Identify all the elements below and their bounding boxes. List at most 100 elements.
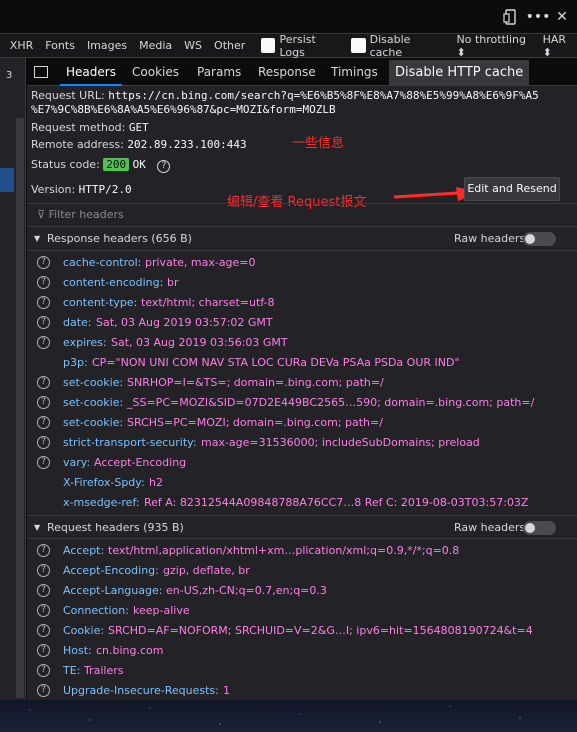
collapse-triangle-icon[interactable]: ▼ xyxy=(34,516,40,540)
filter-ws[interactable]: WS xyxy=(178,34,208,58)
header-help-icon[interactable]: ? xyxy=(37,604,50,617)
edit-and-resend-button[interactable]: Edit and Resend xyxy=(464,177,560,201)
annotation-info: 一些信息 xyxy=(292,136,345,151)
filter-xhr[interactable]: XHR xyxy=(4,34,39,58)
header-help-icon[interactable]: ? xyxy=(37,296,50,309)
header-value: 1 xyxy=(223,684,230,697)
tab-cookies[interactable]: Cookies xyxy=(132,58,179,86)
tab-params[interactable]: Params xyxy=(197,58,241,86)
header-help-icon[interactable]: ? xyxy=(37,456,50,469)
filter-other[interactable]: Other xyxy=(208,34,251,58)
persist-logs-label: Persist Logs xyxy=(279,32,316,59)
header-value: h2 xyxy=(149,476,163,489)
response-headers-title: Response headers (656 B) xyxy=(47,232,192,245)
raw-headers-toggle[interactable] xyxy=(523,521,556,535)
header-help-icon[interactable]: ? xyxy=(37,664,50,677)
persist-logs-checkbox[interactable]: Persist Logs xyxy=(261,33,341,59)
tab-headers[interactable]: Headers xyxy=(60,58,122,86)
responsive-mode-icon[interactable] xyxy=(500,7,520,27)
header-help-icon[interactable]: ? xyxy=(37,684,50,697)
header-value-wrap: 1 xyxy=(223,681,230,700)
header-row[interactable]: ? expires: Sat, 03 Aug 2019 03:56:03 GMT xyxy=(37,333,577,353)
header-help-icon[interactable]: ? xyxy=(37,584,50,597)
request-list-scrollbar[interactable] xyxy=(16,118,24,698)
checkbox-box[interactable] xyxy=(351,38,366,53)
header-help-icon[interactable]: ? xyxy=(37,624,50,637)
header-value-wrap: max-age=31536000; includeSubDomains; pre… xyxy=(201,433,480,453)
header-name: Accept-Language: xyxy=(63,584,163,597)
header-value: SRCHD=AF=NOFORM; SRCHUID=V=2&G…I; ipv6=h… xyxy=(108,624,533,637)
status-row: Status code: 200 OK ? xyxy=(31,158,171,173)
filter-fonts[interactable]: Fonts xyxy=(39,34,81,58)
request-details-panel: Headers Cookies Params Response Timings … xyxy=(27,58,577,700)
header-row[interactable]: ? date: Sat, 03 Aug 2019 03:57:02 GMT xyxy=(37,313,577,333)
har-menu[interactable]: HAR ⬍ xyxy=(543,33,577,59)
filter-media[interactable]: Media xyxy=(133,34,178,58)
header-value: en-US,zh-CN;q=0.7,en;q=0.3 xyxy=(166,584,327,597)
header-help-icon[interactable]: ? xyxy=(37,276,50,289)
header-help-icon[interactable]: ? xyxy=(37,396,50,409)
close-icon[interactable]: ✕ xyxy=(552,7,572,27)
header-row[interactable]: p3p: CP="NON UNI COM NAV STA LOC CURa DEV… xyxy=(37,353,577,373)
header-row[interactable]: ? set-cookie: SNRHOP=I=&TS=; domain=.bing.… xyxy=(37,373,577,393)
more-options-icon[interactable]: ••• xyxy=(526,7,551,27)
header-row[interactable]: ? set-cookie: SRCHS=PC=MOZI; domain=.bing.… xyxy=(37,413,577,433)
header-value-wrap: Ref A: 82312544A09848788A76CC7…8 Ref C: … xyxy=(144,493,528,513)
header-row[interactable]: ? vary: Accept-Encoding xyxy=(37,453,577,473)
header-row[interactable]: ? Connection: keep-alive xyxy=(37,601,577,621)
header-value-wrap: gzip, deflate, br xyxy=(163,561,250,581)
header-help-icon[interactable]: ? xyxy=(37,256,50,269)
version-value: HTTP/2.0 xyxy=(78,183,132,196)
header-row[interactable]: ? content-encoding: br xyxy=(37,273,577,293)
filter-images[interactable]: Images xyxy=(81,34,133,58)
request-url-label: Request URL: xyxy=(31,89,105,102)
header-row[interactable]: ? Cookie: SRCHD=AF=NOFORM; SRCHUID=V=2&G…I… xyxy=(37,621,577,641)
header-row[interactable]: ? Accept: text/html,application/xhtml+xm…p… xyxy=(37,541,577,561)
header-name: p3p: xyxy=(63,356,88,369)
devtools-toolbar: ••• ✕ xyxy=(0,0,577,34)
collapse-triangle-icon[interactable]: ▼ xyxy=(34,227,40,251)
header-row[interactable]: ? strict-transport-security: max-age=31536… xyxy=(37,433,577,453)
header-value: Ref A: 82312544A09848788A76CC7…8 Ref C: … xyxy=(144,496,529,509)
header-help-icon[interactable]: ? xyxy=(37,336,50,349)
raw-headers-toggle[interactable] xyxy=(523,232,556,246)
response-headers-section[interactable]: ▼ Response headers (656 B) Raw headers xyxy=(27,227,577,251)
header-value-wrap: Trailers xyxy=(84,661,124,681)
header-value: SNRHOP=I=&TS=; domain=.bing.com; path=/ xyxy=(127,376,384,389)
header-row[interactable]: ? TE: Trailers xyxy=(37,661,577,681)
tab-timings[interactable]: Timings xyxy=(331,58,378,86)
header-help-icon[interactable]: ? xyxy=(37,376,50,389)
request-url-value: https://cn.bing.com/search?q=%E6%B5%8F%E… xyxy=(108,89,539,102)
header-name: expires: xyxy=(63,336,107,349)
checkbox-box[interactable] xyxy=(261,38,276,53)
header-row[interactable]: X-Firefox-Spdy: h2 xyxy=(37,473,577,493)
header-help-icon[interactable]: ? xyxy=(37,644,50,657)
header-row[interactable]: ? Host: cn.bing.com xyxy=(37,641,577,661)
header-help-icon[interactable]: ? xyxy=(37,316,50,329)
headers-content: Request URL: https://cn.bing.com/search?… xyxy=(27,87,577,700)
throttling-select[interactable]: No throttling ⬍ xyxy=(457,33,535,59)
header-row[interactable]: ? content-type: text/html; charset=utf-8 xyxy=(37,293,577,313)
disable-cache-label: Disable cache xyxy=(369,32,411,59)
header-help-icon[interactable]: ? xyxy=(37,564,50,577)
selected-request-row[interactable] xyxy=(0,168,14,192)
toggle-panel-icon[interactable] xyxy=(34,66,48,78)
header-row[interactable]: ? Accept-Language: en-US,zh-CN;q=0.7,en;q=… xyxy=(37,581,577,601)
filter-headers-input[interactable]: ⊽ Filter headers xyxy=(27,203,577,227)
header-help-icon[interactable]: ? xyxy=(37,436,50,449)
network-filter-bar: XHR Fonts Images Media WS Other Persist … xyxy=(0,33,577,59)
header-help-icon[interactable]: ? xyxy=(37,416,50,429)
header-row[interactable]: ? set-cookie: _SS=PC=MOZI&SID=07D2E449BC25… xyxy=(37,393,577,413)
tab-response[interactable]: Response xyxy=(258,58,316,86)
header-help-icon[interactable]: ? xyxy=(37,544,50,557)
header-row[interactable]: ? cache-control: private, max-age=0 xyxy=(37,253,577,273)
remote-address-value: 202.89.233.100:443 xyxy=(127,138,247,151)
header-name: Accept: xyxy=(63,544,105,557)
header-row[interactable]: x-msedge-ref: Ref A: 82312544A09848788A76… xyxy=(37,493,577,513)
disable-cache-checkbox[interactable]: Disable cache xyxy=(351,33,442,59)
status-help-icon[interactable]: ? xyxy=(157,159,171,173)
header-row[interactable]: ? Accept-Encoding: gzip, deflate, br xyxy=(37,561,577,581)
header-row[interactable]: ? Upgrade-Insecure-Requests: 1 xyxy=(37,681,577,700)
header-name: x-msedge-ref: xyxy=(63,496,140,509)
request-headers-section[interactable]: ▼ Request headers (935 B) Raw headers xyxy=(27,515,577,539)
